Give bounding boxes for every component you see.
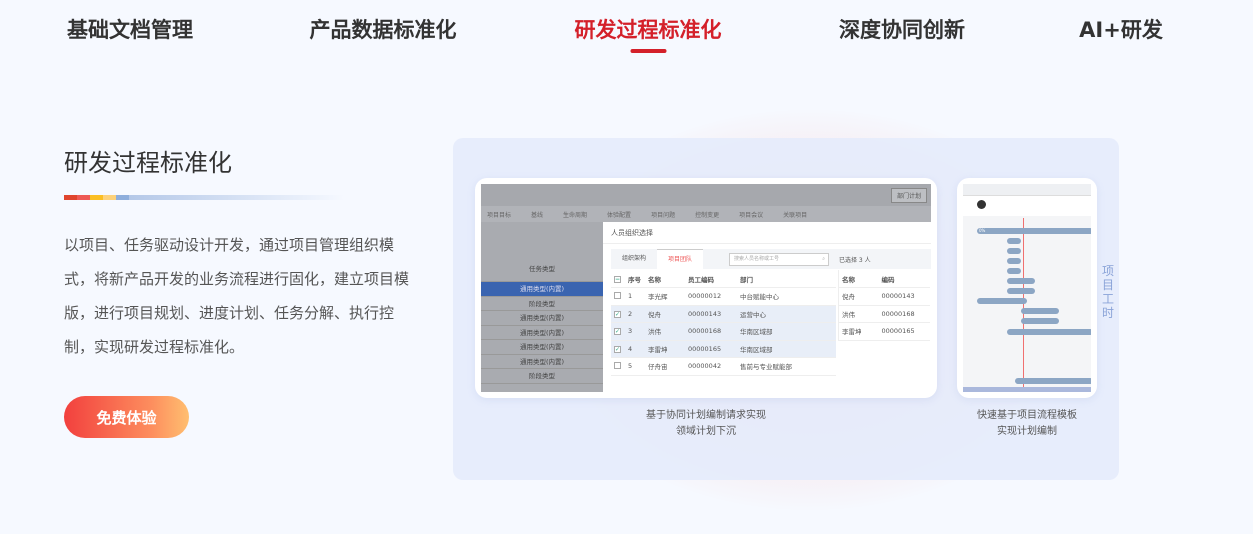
tab-ai-rd[interactable]: AI+研发 [1079, 14, 1163, 44]
list-item: 阶段类型 [481, 369, 603, 384]
section-description: 以项目、任务驱动设计开发，通过项目管理组织模式，将新产品开发的业务流程进行固化，… [64, 236, 410, 356]
free-trial-button[interactable]: 免费体验 [64, 396, 189, 438]
type-list: 任务类型 通用类型(内置) 阶段类型 通用类型(内置) 通用类型(内置) 通用类… [481, 228, 603, 392]
project-nav: 项目目标 基线 生命周期 体验配置 项目问题 控制变更 项目会议 关联项目 [481, 206, 931, 222]
table-row: 5 仔舟宙 00000042 售前与专业赋能部 [611, 357, 836, 376]
gantt-screenshot: 0% [957, 178, 1097, 398]
team-selection-screenshot: 部门计划 项目目标 基线 生命周期 体验配置 项目问题 控制变更 项目会议 关联项目 任务类型… [475, 178, 937, 398]
checkbox: ✓ [614, 310, 621, 318]
tab-basic-docs[interactable]: 基础文档管理 [67, 14, 193, 44]
checkbox: ✓ [614, 345, 621, 353]
caption-1: 基于协同计划编制请求实现 领域计划下沉 [646, 410, 766, 437]
checkbox [614, 291, 621, 299]
checkbox: ✓ [614, 328, 621, 336]
table-row: ✓ 2 倪舟 00000143 运营中心 [611, 305, 836, 323]
list-item: 通用类型(内置) [481, 326, 603, 340]
table-row: 李雷坤 00000165 [838, 322, 930, 341]
nav-item: 项目目标 [487, 211, 512, 219]
gantt-bar: 0% [977, 228, 1091, 234]
tab-bar: 基础文档管理 产品数据标准化 研发过程标准化 深度协同创新 AI+研发 [0, 0, 1253, 60]
gantt-bar [1021, 308, 1059, 314]
avatar [977, 200, 986, 209]
selected-count: 已选择 3 人 [839, 256, 871, 264]
list-item: 通用类型(内置) [481, 282, 603, 297]
list-item: 任务类型 [481, 256, 603, 282]
tab-product-data[interactable]: 产品数据标准化 [310, 14, 457, 44]
tab-team: 项目团队 [657, 249, 703, 269]
search-input: 搜索人员名称或工号 ⌕ [729, 252, 829, 266]
table-row: 洪伟 00000168 [838, 305, 930, 323]
list-item: 通用类型(内置) [481, 340, 603, 355]
nav-item: 基线 [531, 211, 544, 219]
nav-item: 项目会议 [739, 211, 764, 219]
nav-item: 关联项目 [783, 211, 808, 219]
person-table: − 序号 名称 员工编码 部门 1 李光辉 00000012 中台赋能中心 ✓ 2 倪舟 00000… [611, 270, 836, 376]
gantt-bar [1007, 238, 1021, 244]
section-title: 研发过程标准化 [64, 149, 232, 177]
color-divider [64, 195, 344, 200]
tab-collaboration[interactable]: 深度协同创新 [839, 14, 965, 44]
gantt-bar [1007, 288, 1035, 294]
table-row: ✓ 4 李雷坤 00000165 华南区域部 [611, 340, 836, 358]
gantt-bar [1007, 329, 1091, 335]
gantt-bar [1007, 248, 1021, 254]
nav-item: 体验配置 [607, 211, 632, 219]
gantt-bar [1007, 258, 1021, 264]
gantt-bar [1007, 268, 1021, 274]
gantt-bar [1015, 378, 1091, 384]
gantt-bar [1021, 318, 1059, 324]
plan-button: 部门计划 [890, 188, 927, 203]
modal-title: 人员组织选择 [603, 222, 931, 244]
screenshot-panel: 部门计划 项目目标 基线 生命周期 体验配置 项目问题 控制变更 项目会议 关联项目 任务类型… [453, 138, 1119, 480]
nav-item: 生命周期 [563, 211, 588, 219]
search-icon: ⌕ [822, 255, 825, 262]
project-hours-label[interactable]: 项目工时 [1101, 264, 1115, 320]
tab-org: 组织架构 [621, 255, 646, 262]
nav-item: 项目问题 [651, 211, 676, 219]
caption-2: 快速基于项目流程模板 实现计划编制 [977, 410, 1077, 437]
table-row: 倪舟 00000143 [838, 287, 930, 306]
tab-rd-process[interactable]: 研发过程标准化 [575, 14, 722, 44]
nav-item: 控制变更 [695, 211, 720, 219]
list-item: 阶段类型 [481, 297, 603, 311]
gantt-bar [1007, 278, 1035, 284]
checkbox [614, 361, 621, 369]
table-row: 1 李光辉 00000012 中台赋能中心 [611, 287, 836, 306]
list-item: 通用类型(内置) [481, 311, 603, 326]
selected-table: 名称 编码 倪舟 00000143 洪伟 00000168 李雷坤 00000165 [838, 270, 930, 341]
list-item: 通用类型(内置) [481, 355, 603, 369]
gantt-bar [977, 298, 1027, 304]
table-row: ✓ 3 洪伟 00000168 华南区域部 [611, 322, 836, 341]
person-select-modal: 人员组织选择 组织架构 项目团队 搜索人员名称或工号 ⌕ 已选择 3 人 − 序号名… [603, 222, 931, 392]
